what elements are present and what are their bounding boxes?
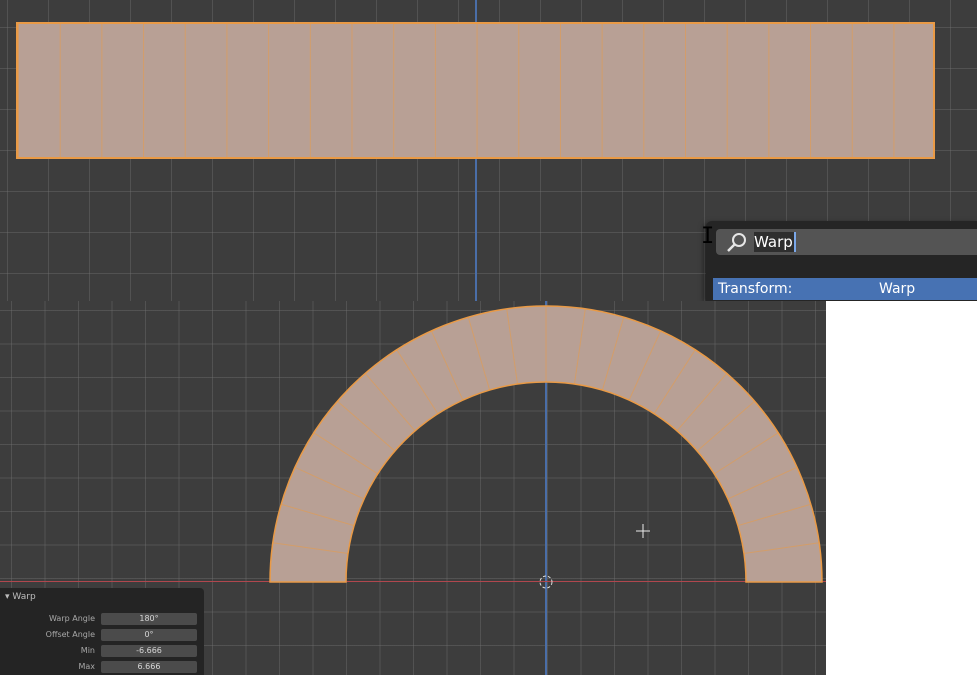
operator-title: Warp xyxy=(12,592,36,602)
min-row: Min -6.666 xyxy=(0,645,204,658)
offset-angle-label: Offset Angle xyxy=(45,630,95,639)
viewport-before-warp[interactable]: Warp Transform: Warp xyxy=(0,0,977,301)
offset-angle-field[interactable]: 0° xyxy=(101,629,197,641)
search-query-text[interactable]: Warp xyxy=(754,232,796,252)
max-field[interactable]: 6.666 xyxy=(101,661,197,673)
min-field[interactable]: -6.666 xyxy=(101,645,197,657)
search-input[interactable]: Warp xyxy=(716,229,977,255)
operator-panel-header[interactable]: ▾ Warp xyxy=(5,592,36,602)
search-result-item[interactable]: Transform: Warp xyxy=(713,278,977,300)
3d-cursor-icon xyxy=(539,575,553,589)
search-icon xyxy=(726,232,748,256)
crosshair-cursor-icon xyxy=(636,524,650,538)
text-cursor-icon: I xyxy=(701,224,715,249)
warp-angle-row: Warp Angle 180° xyxy=(0,613,204,626)
max-label: Max xyxy=(78,662,95,671)
max-row: Max 6.666 xyxy=(0,661,204,674)
warp-angle-label: Warp Angle xyxy=(49,614,95,623)
min-label: Min xyxy=(80,646,95,655)
operator-redo-panel: ▾ Warp Warp Angle 180° Offset Angle 0° M… xyxy=(0,588,204,675)
offset-angle-row: Offset Angle 0° xyxy=(0,629,204,642)
collapse-triangle-icon: ▾ xyxy=(5,592,10,602)
result-name: Warp xyxy=(879,281,916,297)
operator-search-popup: Warp Transform: Warp xyxy=(706,221,977,301)
result-category: Transform: xyxy=(718,281,793,297)
warp-angle-field[interactable]: 180° xyxy=(101,613,197,625)
straight-mesh[interactable] xyxy=(16,22,935,159)
